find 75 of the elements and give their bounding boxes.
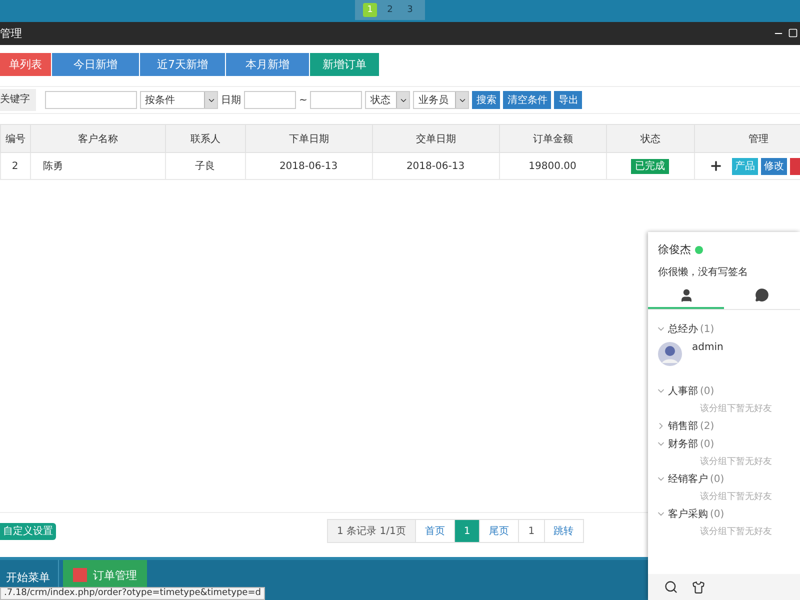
table-cell: 陈勇 [30, 152, 166, 180]
group-name[interactable]: 总经办 [668, 322, 698, 336]
app-icon [73, 568, 87, 582]
keyword-label: 关键字 [0, 89, 36, 111]
record-count: 1 条记录 1/1页 [327, 519, 416, 543]
table-cell: 2 [0, 152, 30, 180]
date-field[interactable] [244, 91, 296, 109]
table-cell: 子良 [166, 152, 246, 180]
tab[interactable]: 新增订单 [310, 53, 380, 76]
tab[interactable]: 今日新增 [52, 53, 140, 76]
salesman-select[interactable]: 业务员 [413, 91, 470, 109]
page-field[interactable]: 1 [518, 519, 545, 543]
filter-button[interactable]: 导出 [554, 91, 582, 109]
plus-icon[interactable] [709, 159, 723, 173]
column-header: 管理 [694, 124, 800, 152]
status-url: .7.18/crm/index.php/order?otype=timetype&timetype=d [0, 587, 265, 600]
date-label: 日期 [221, 94, 241, 107]
group-name[interactable]: 财务部 [668, 437, 698, 451]
group-count: (1) [700, 324, 714, 334]
caret-icon[interactable] [204, 92, 217, 108]
table-cell: 2018-06-13 [372, 152, 500, 180]
keyword-field[interactable] [45, 91, 137, 109]
column-header: 订单金额 [500, 124, 606, 152]
user-name: 徐俊杰 [658, 242, 691, 257]
pager-link[interactable]: 1 [454, 519, 480, 543]
column-header: 下单日期 [246, 124, 372, 152]
page-number[interactable]: 3 [403, 3, 417, 17]
group-name[interactable]: 经销客户 [668, 472, 708, 486]
tab[interactable]: 近7天新增 [140, 53, 226, 76]
avatar[interactable] [658, 342, 682, 366]
group-count: (0) [710, 508, 724, 520]
empty-group-text: 该分组下暂无好友 [699, 402, 773, 415]
empty-group-text: 该分组下暂无好友 [699, 490, 773, 503]
pager-link[interactable]: 尾页 [479, 519, 520, 543]
range-separator: ~ [299, 94, 308, 106]
group-name[interactable]: 人事部 [668, 384, 698, 398]
tab[interactable]: 本月新增 [226, 53, 310, 76]
filter-button[interactable]: 清空条件 [503, 91, 552, 109]
chat-bubble-icon [755, 288, 769, 302]
tab[interactable]: 单列表 [0, 53, 52, 76]
settings-button[interactable]: 自定义设置 [0, 522, 56, 540]
window-title: 管理 [0, 26, 22, 41]
caret-icon[interactable] [455, 92, 468, 108]
date-field[interactable] [310, 91, 362, 109]
maximize-icon[interactable] [788, 28, 798, 38]
signature: 你很懒，没有写签名 [658, 266, 749, 279]
condition-select[interactable]: 按条件 [140, 91, 218, 109]
action-button[interactable]: 产品 [732, 158, 758, 174]
member-name[interactable]: admin [692, 342, 724, 353]
group-count: (0) [700, 438, 714, 450]
group-count: (0) [710, 474, 724, 484]
page-number[interactable]: 2 [383, 3, 397, 17]
column-header: 联系人 [166, 124, 246, 152]
shirt-icon[interactable] [692, 580, 705, 594]
column-header: 编号 [0, 124, 30, 152]
table-cell: 2018-06-13 [246, 152, 372, 180]
status-badge: 已完成 [631, 159, 669, 174]
action-button[interactable]: 修改 [761, 158, 787, 174]
filter-button[interactable]: 搜索 [472, 91, 500, 109]
column-header: 交单日期 [372, 124, 500, 152]
person-icon [678, 288, 694, 302]
group-name[interactable]: 销售部 [668, 419, 698, 433]
group-count: (2) [700, 420, 714, 432]
status-select[interactable]: 状态 [365, 91, 410, 109]
pager-link[interactable]: 首页 [414, 519, 455, 543]
pager-link[interactable]: 跳转 [544, 519, 584, 543]
caret-icon[interactable] [396, 92, 410, 108]
empty-group-text: 该分组下暂无好友 [699, 456, 773, 468]
column-header: 状态 [606, 124, 694, 152]
column-header: 客户名称 [30, 124, 166, 152]
search-icon[interactable] [664, 580, 678, 594]
group-count: (0) [700, 386, 714, 396]
table-cell: 19800.00 [500, 152, 606, 180]
empty-group-text: 该分组下暂无好友 [699, 526, 773, 538]
group-name[interactable]: 客户采购 [668, 507, 708, 521]
